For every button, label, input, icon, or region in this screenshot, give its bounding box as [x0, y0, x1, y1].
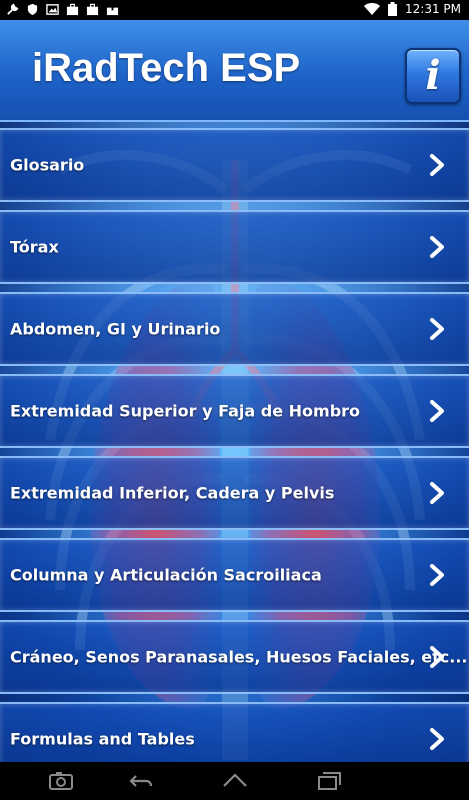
menu-item-extremidad-superior[interactable]: Extremidad Superior y Faja de Hombro: [0, 374, 469, 448]
menu-item-extremidad-inferior[interactable]: Extremidad Inferior, Cadera y Pelvis: [0, 456, 469, 530]
menu-item-columna[interactable]: Columna y Articulación Sacroiliaca: [0, 538, 469, 612]
menu-item-label: Columna y Articulación Sacroiliaca: [10, 565, 322, 585]
menu-item-formulas[interactable]: Formulas and Tables: [0, 702, 469, 762]
menu-item-label: Formulas and Tables: [10, 729, 195, 749]
recents-icon[interactable]: [316, 770, 342, 792]
chevron-right-icon: [430, 482, 444, 504]
back-icon[interactable]: [128, 770, 154, 792]
wifi-icon: [364, 2, 380, 15]
menu-item-label: Tórax: [10, 237, 59, 257]
camera-icon[interactable]: [48, 770, 74, 792]
chevron-right-icon: [430, 728, 444, 750]
app-screen: iRadTech ESP i Glosario Tórax Abdomen, G…: [0, 20, 469, 762]
info-button[interactable]: i: [405, 48, 461, 104]
status-bar: 12:31 PM: [0, 0, 469, 20]
menu-item-craneo[interactable]: Cráneo, Senos Paranasales, Huesos Facial…: [0, 620, 469, 694]
wrench-icon: [7, 3, 19, 15]
chevron-right-icon: [430, 236, 444, 258]
battery-icon: [388, 2, 397, 16]
menu-item-torax[interactable]: Tórax: [0, 210, 469, 284]
home-icon[interactable]: [222, 770, 248, 792]
menu-item-glosario[interactable]: Glosario: [0, 128, 469, 202]
menu-item-label: Extremidad Superior y Faja de Hombro: [10, 401, 361, 421]
briefcase-icon: [86, 3, 99, 16]
chevron-right-icon: [430, 154, 444, 176]
menu-item-abdomen[interactable]: Abdomen, GI y Urinario: [0, 292, 469, 366]
menu-item-label: Glosario: [10, 155, 85, 175]
shield-icon: [27, 3, 38, 16]
chevron-right-icon: [430, 318, 444, 340]
app-title: iRadTech ESP: [32, 46, 301, 90]
info-icon: i: [425, 52, 441, 99]
clock: 12:31 PM: [405, 2, 461, 16]
menu-item-label: Extremidad Inferior, Cadera y Pelvis: [10, 483, 335, 503]
chevron-right-icon: [430, 646, 444, 668]
chevron-right-icon: [430, 564, 444, 586]
chevron-right-icon: [430, 400, 444, 422]
menu-item-label: Cráneo, Senos Paranasales, Huesos Facial…: [10, 647, 468, 667]
menu-item-label: Abdomen, GI y Urinario: [10, 319, 221, 339]
system-nav-bar: [0, 762, 469, 800]
briefcase-icon: [66, 3, 79, 16]
app-header: iRadTech ESP i: [0, 20, 469, 122]
upload-icon: [106, 3, 119, 16]
image-icon: [46, 4, 59, 15]
